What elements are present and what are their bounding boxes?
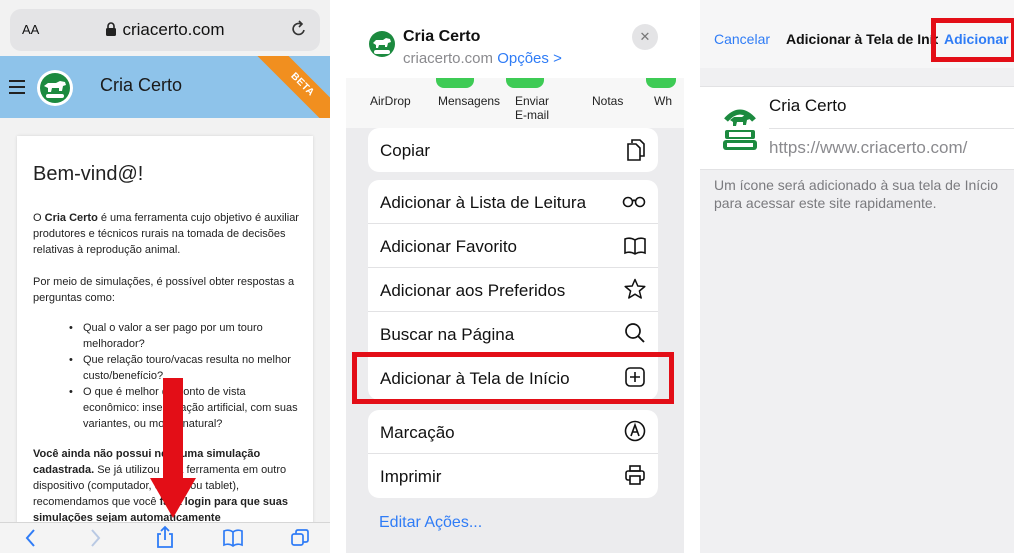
cria-certo-logo — [37, 70, 73, 106]
field-divider — [769, 128, 1014, 129]
red-arrow-annotation — [150, 378, 196, 518]
markup-icon — [624, 420, 646, 442]
share-sheet-panel: Cria Certo criacerto.com Opções > ✕ AirD… — [346, 0, 684, 553]
copy-icon — [627, 139, 645, 161]
action-label: Adicionar à Lista de Leitura — [380, 193, 587, 212]
welcome-heading: Bem-vind@! — [33, 163, 144, 185]
add-home-explanation: Um ícone será adicionado à sua tela de I… — [714, 177, 999, 211]
shortcut-form: Cria Certo https://www.criacerto.com/ — [700, 86, 1014, 170]
safari-toolbar — [0, 522, 330, 553]
action-label: Copiar — [380, 141, 431, 160]
back-icon[interactable] — [24, 528, 36, 548]
simulations-paragraph: Por meio de simulações, é possível obter… — [33, 276, 295, 304]
app-label-airdrop[interactable]: AirDrop — [370, 94, 411, 108]
print-icon — [625, 465, 645, 485]
highlight-box-add-button — [931, 18, 1014, 62]
action-label: Buscar na Página — [380, 325, 515, 344]
action-label: Marcação — [380, 423, 455, 442]
action-group-copy: Copiar — [368, 128, 658, 172]
share-icon[interactable] — [155, 525, 175, 549]
action-label: Adicionar Favorito — [380, 237, 518, 256]
book-icon — [624, 237, 646, 255]
action-group-other: Marcação Imprimir — [368, 410, 658, 498]
beta-ribbon: BETA — [251, 56, 330, 118]
action-add-favorite[interactable]: Adicionar aos Preferidos — [368, 268, 658, 312]
forward-icon[interactable] — [90, 528, 102, 548]
action-markup[interactable]: Marcação — [368, 410, 658, 454]
mail-app-icon[interactable] — [506, 78, 544, 88]
star-icon — [624, 278, 646, 299]
action-print[interactable]: Imprimir — [368, 454, 658, 498]
action-reading-list[interactable]: Adicionar à Lista de Leitura — [368, 180, 658, 224]
app-label-messages[interactable]: Mensagens — [438, 94, 500, 108]
add-home-title: Adicionar à Tela de Início — [786, 31, 938, 47]
action-label: Imprimir — [380, 467, 442, 486]
cancel-button[interactable]: Cancelar — [714, 31, 770, 47]
app-label-whatsapp[interactable]: Wh — [654, 94, 672, 108]
list-item: Qual o valor a ser pago por um touro mel… — [33, 320, 301, 352]
glasses-icon — [622, 196, 646, 208]
address-bar[interactable]: AA criacerto.com — [10, 9, 320, 51]
close-button[interactable]: ✕ — [632, 24, 658, 50]
share-sheet-header: Cria Certo criacerto.com Opções > ✕ — [346, 0, 684, 78]
tabs-icon[interactable] — [290, 528, 310, 548]
share-apps-row: AirDrop Mensagens Enviar E-mail Notas Wh — [346, 78, 684, 128]
url-display[interactable]: criacerto.com — [10, 20, 320, 40]
highlight-box-add-home — [352, 352, 674, 404]
action-copy[interactable]: Copiar — [368, 128, 658, 172]
options-button[interactable]: Opções > — [497, 50, 562, 67]
share-subtitle: criacerto.com Opções > — [403, 50, 562, 67]
url-text: criacerto.com — [122, 20, 225, 39]
app-header: Cria Certo BETA — [0, 56, 330, 118]
share-title: Cria Certo — [403, 28, 481, 45]
action-label: Adicionar aos Preferidos — [380, 281, 566, 300]
shortcut-name-field[interactable]: Cria Certo — [769, 96, 846, 116]
menu-icon[interactable] — [9, 80, 25, 94]
cria-certo-logo — [369, 31, 395, 57]
intro-prefix: O — [33, 212, 45, 224]
app-label-mail[interactable]: Enviar E-mail — [510, 94, 554, 122]
edit-actions-link[interactable]: Editar Ações... — [379, 514, 482, 532]
shortcut-url: https://www.criacerto.com/ — [769, 138, 968, 157]
lock-icon — [106, 22, 117, 36]
app-label-notes[interactable]: Notas — [592, 94, 623, 108]
search-icon — [625, 323, 645, 343]
intro-paragraph: O Cria Certo é uma ferramenta cujo objet… — [33, 210, 301, 258]
messages-app-icon[interactable] — [436, 78, 474, 88]
app-title: Cria Certo — [100, 75, 183, 95]
safari-panel: AA criacerto.com Cria Certo BETA Bem-vin… — [0, 0, 330, 553]
cria-certo-app-icon — [723, 109, 757, 150]
action-add-bookmark[interactable]: Adicionar Favorito — [368, 224, 658, 268]
intro-brand: Cria Certo — [44, 212, 98, 224]
share-domain: criacerto.com — [403, 50, 494, 67]
bookmarks-icon[interactable] — [222, 528, 244, 548]
whatsapp-app-icon[interactable] — [646, 78, 676, 88]
add-to-home-panel: Cancelar Adicionar à Tela de Início Adic… — [700, 0, 1014, 553]
action-find-on-page[interactable]: Buscar na Página — [368, 312, 658, 356]
reload-icon[interactable] — [290, 19, 308, 39]
